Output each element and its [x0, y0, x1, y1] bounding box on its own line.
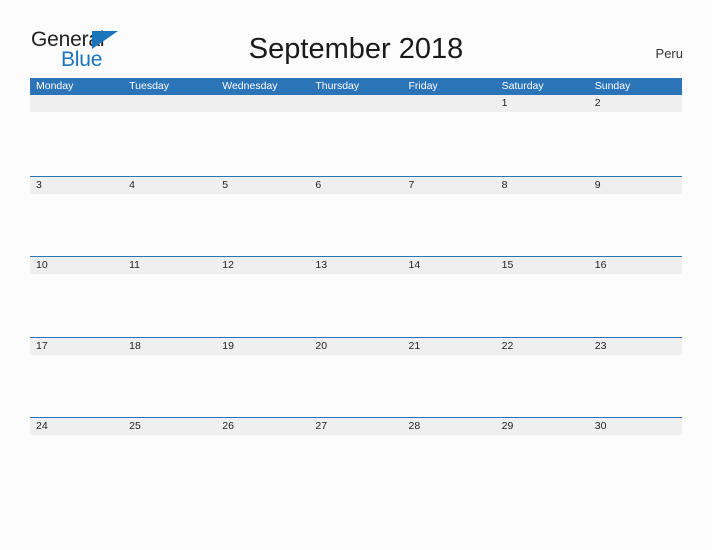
- day-cell[interactable]: 17: [30, 338, 123, 355]
- day-cell[interactable]: 15: [496, 257, 589, 274]
- page-header: General Blue September 2018 Peru: [0, 0, 712, 74]
- day-cell[interactable]: 13: [309, 257, 402, 274]
- week-body: [30, 354, 682, 418]
- day-cell[interactable]: 20: [309, 338, 402, 355]
- day-cell[interactable]: 5: [216, 177, 309, 194]
- week-row: 24 25 26 27 28 29 30: [30, 417, 682, 498]
- day-cell[interactable]: 9: [589, 177, 682, 194]
- day-cell[interactable]: 22: [496, 338, 589, 355]
- day-cell[interactable]: 21: [403, 338, 496, 355]
- week-row: 3 4 5 6 7 8 9: [30, 175, 682, 257]
- week-body: [30, 274, 682, 337]
- week-date-band: 10 11 12 13 14 15 16: [30, 256, 682, 274]
- day-cell[interactable]: 3: [30, 177, 123, 194]
- week-body: [30, 112, 682, 175]
- weekday-header-row: Monday Tuesday Wednesday Thursday Friday…: [30, 78, 682, 95]
- day-cell[interactable]: 16: [589, 257, 682, 274]
- day-cell[interactable]: 1: [496, 95, 589, 112]
- day-cell[interactable]: 19: [216, 338, 309, 355]
- day-cell[interactable]: [403, 95, 496, 112]
- day-cell[interactable]: 7: [403, 177, 496, 194]
- page-title: September 2018: [248, 33, 464, 65]
- country-label: Peru: [655, 46, 683, 61]
- day-cell[interactable]: 23: [589, 338, 682, 355]
- calendar-grid: Monday Tuesday Wednesday Thursday Friday…: [30, 78, 682, 498]
- day-cell[interactable]: 12: [216, 257, 309, 274]
- week-row: 10 11 12 13 14 15 16: [30, 256, 682, 337]
- day-cell[interactable]: 29: [496, 418, 589, 435]
- weekday-header-monday: Monday: [36, 80, 74, 92]
- day-cell[interactable]: 25: [123, 418, 216, 435]
- day-cell[interactable]: 30: [589, 418, 682, 435]
- week-date-band: 17 18 19 20 21 22 23: [30, 336, 682, 355]
- week-body: [30, 435, 682, 498]
- day-cell[interactable]: [123, 95, 216, 112]
- weekday-header-thursday: Thursday: [315, 80, 360, 92]
- week-date-band: 1 2: [30, 95, 682, 112]
- weekday-header-tuesday: Tuesday: [129, 80, 170, 92]
- day-cell[interactable]: 4: [123, 177, 216, 194]
- day-cell[interactable]: 28: [403, 418, 496, 435]
- weekday-header-friday: Friday: [408, 80, 438, 92]
- day-cell[interactable]: 10: [30, 257, 123, 274]
- day-cell[interactable]: 6: [309, 177, 402, 194]
- weekday-header-sunday: Sunday: [594, 80, 631, 92]
- day-cell[interactable]: 14: [403, 257, 496, 274]
- day-cell[interactable]: 26: [216, 418, 309, 435]
- week-date-band: 24 25 26 27 28 29 30: [30, 417, 682, 435]
- day-cell[interactable]: [30, 95, 123, 112]
- day-cell[interactable]: 18: [123, 338, 216, 355]
- week-row: 1 2: [30, 95, 682, 176]
- week-body: [30, 193, 682, 257]
- day-cell[interactable]: 24: [30, 418, 123, 435]
- day-cell[interactable]: [309, 95, 402, 112]
- day-cell[interactable]: 11: [123, 257, 216, 274]
- weekday-header-wednesday: Wednesday: [222, 80, 278, 92]
- day-cell[interactable]: [216, 95, 309, 112]
- day-cell[interactable]: 2: [589, 95, 682, 112]
- week-date-band: 3 4 5 6 7 8 9: [30, 175, 682, 194]
- day-cell[interactable]: 8: [496, 177, 589, 194]
- weekday-header-saturday: Saturday: [501, 80, 544, 92]
- week-row: 17 18 19 20 21 22 23: [30, 336, 682, 418]
- day-cell[interactable]: 27: [309, 418, 402, 435]
